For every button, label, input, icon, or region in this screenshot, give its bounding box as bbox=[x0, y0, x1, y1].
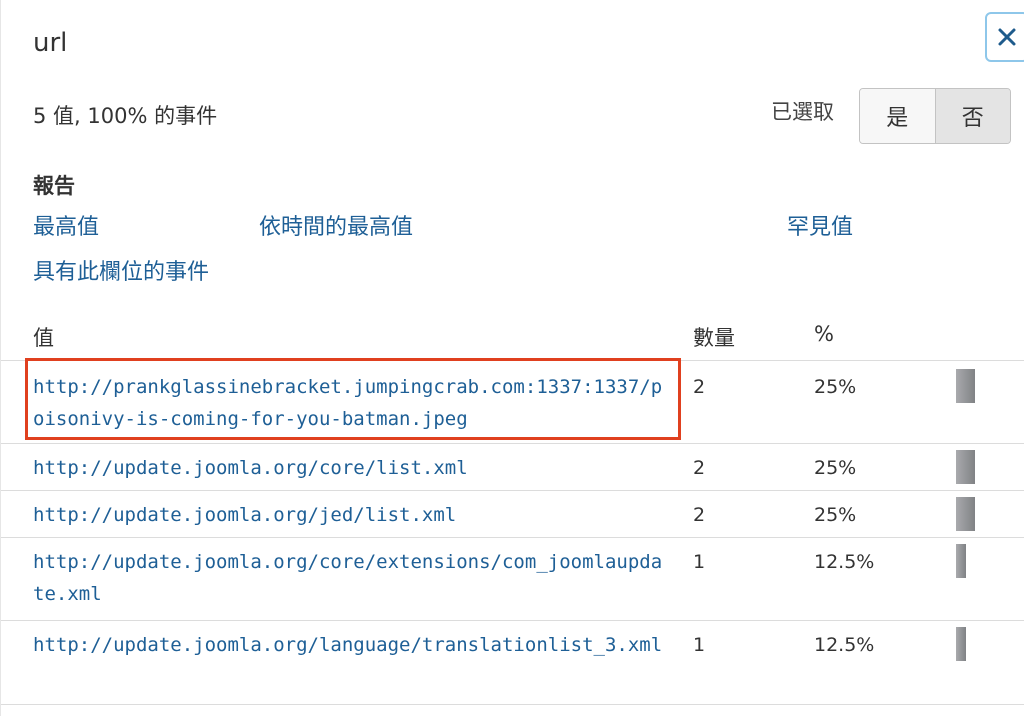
column-header-value: 值 bbox=[33, 326, 54, 350]
row-count: 1 bbox=[693, 551, 706, 573]
row-value-link[interactable]: http://update.joomla.org/jed/list.xml bbox=[33, 499, 673, 531]
percent-bar bbox=[956, 450, 975, 484]
table-row: http://update.joomla.org/jed/list.xml 2 … bbox=[1, 490, 1024, 537]
close-icon bbox=[998, 28, 1016, 46]
row-percent: 12.5% bbox=[814, 634, 875, 656]
field-summary-panel: url 5 值, 100% 的事件 已選取 是 否 報告 最高值 依時間的最高值… bbox=[0, 0, 1024, 716]
events-with-field-link[interactable]: 具有此欄位的事件 bbox=[33, 254, 209, 286]
row-count: 1 bbox=[693, 634, 706, 656]
row-percent: 25% bbox=[814, 504, 857, 526]
row-value-link[interactable]: http://update.joomla.org/language/transl… bbox=[33, 629, 673, 661]
table-row: http://prankglassinebracket.jumpingcrab.… bbox=[1, 360, 1024, 442]
row-count: 2 bbox=[693, 457, 706, 479]
percent-bar bbox=[956, 369, 975, 403]
top-values-link[interactable]: 最高值 bbox=[33, 209, 99, 241]
row-percent: 25% bbox=[814, 457, 857, 479]
table-bottom-divider bbox=[1, 704, 1024, 705]
toggle-no-button[interactable]: 否 bbox=[935, 89, 1010, 143]
percent-bar bbox=[956, 544, 966, 578]
table-row: http://update.joomla.org/language/transl… bbox=[1, 620, 1024, 704]
row-percent: 25% bbox=[814, 376, 857, 398]
top-values-by-time-link[interactable]: 依時間的最高值 bbox=[259, 209, 413, 241]
row-value-link[interactable]: http://update.joomla.org/core/extensions… bbox=[33, 546, 673, 610]
selected-toggle: 是 否 bbox=[859, 88, 1011, 144]
row-value-link[interactable]: http://update.joomla.org/core/list.xml bbox=[33, 452, 673, 484]
row-count: 2 bbox=[693, 376, 706, 398]
row-percent: 12.5% bbox=[814, 551, 875, 573]
value-summary: 5 值, 100% 的事件 bbox=[33, 104, 218, 128]
rare-values-link[interactable]: 罕見值 bbox=[787, 209, 853, 241]
toggle-yes-button[interactable]: 是 bbox=[860, 89, 936, 143]
reports-heading: 報告 bbox=[33, 174, 75, 198]
close-button[interactable] bbox=[985, 12, 1024, 62]
selected-label: 已選取 bbox=[771, 100, 834, 124]
table-row: http://update.joomla.org/core/list.xml 2… bbox=[1, 443, 1024, 490]
column-header-percent: % bbox=[814, 322, 834, 346]
column-header-count: 數量 bbox=[693, 326, 735, 350]
field-name-title: url bbox=[33, 28, 68, 58]
table-row: http://update.joomla.org/core/extensions… bbox=[1, 537, 1024, 620]
percent-bar bbox=[956, 497, 975, 531]
row-count: 2 bbox=[693, 504, 706, 526]
percent-bar bbox=[956, 627, 966, 661]
row-value-link[interactable]: http://prankglassinebracket.jumpingcrab.… bbox=[33, 371, 673, 435]
